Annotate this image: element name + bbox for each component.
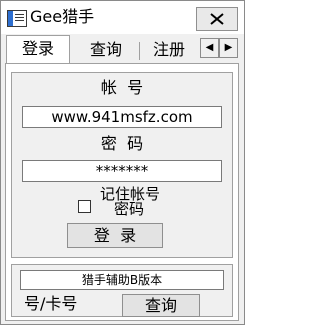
login-button[interactable]: 登 录	[67, 223, 163, 248]
query-input[interactable]: 猎手辅助B版本	[20, 270, 224, 290]
remember-label: 记住帐号	[100, 185, 161, 203]
card-number-label: 号/卡号	[24, 294, 78, 313]
window-title: Gee猎手	[30, 7, 95, 26]
tab-strip: 登录 查询 注册 ◀ ▶	[1, 34, 244, 64]
tab-register[interactable]: 注册	[142, 38, 196, 63]
app-icon	[7, 10, 27, 27]
account-label: 帐 号	[100, 78, 144, 97]
title-bar: Gee猎手	[1, 1, 244, 34]
tab-login[interactable]: 登录	[6, 35, 70, 64]
tab-query[interactable]: 查询	[76, 38, 136, 63]
password-input[interactable]: *******	[22, 160, 222, 182]
tab-scroll-left-button[interactable]: ◀	[200, 38, 219, 58]
query-button[interactable]: 查询	[122, 294, 200, 317]
remember-checkbox[interactable]	[78, 200, 91, 213]
query-group: 猎手辅助B版本 号/卡号 查询	[11, 264, 233, 317]
tab-scroll-right-button[interactable]: ▶	[219, 38, 238, 58]
tab-divider	[139, 42, 140, 60]
password-label: 密 码	[100, 134, 144, 153]
tab-panel: 帐 号 www.941msfz.com 密 码 ******* 记住帐号 密码 …	[5, 63, 239, 321]
remember-label-line2: 密码	[114, 200, 145, 218]
account-input[interactable]: www.941msfz.com	[22, 106, 222, 128]
close-button[interactable]	[196, 7, 238, 31]
login-group: 帐 号 www.941msfz.com 密 码 ******* 记住帐号 密码 …	[11, 72, 233, 258]
app-window: Gee猎手 登录 查询 注册 ◀ ▶ 帐 号 www.941msfz.com 密…	[0, 0, 245, 325]
close-icon	[210, 13, 224, 25]
